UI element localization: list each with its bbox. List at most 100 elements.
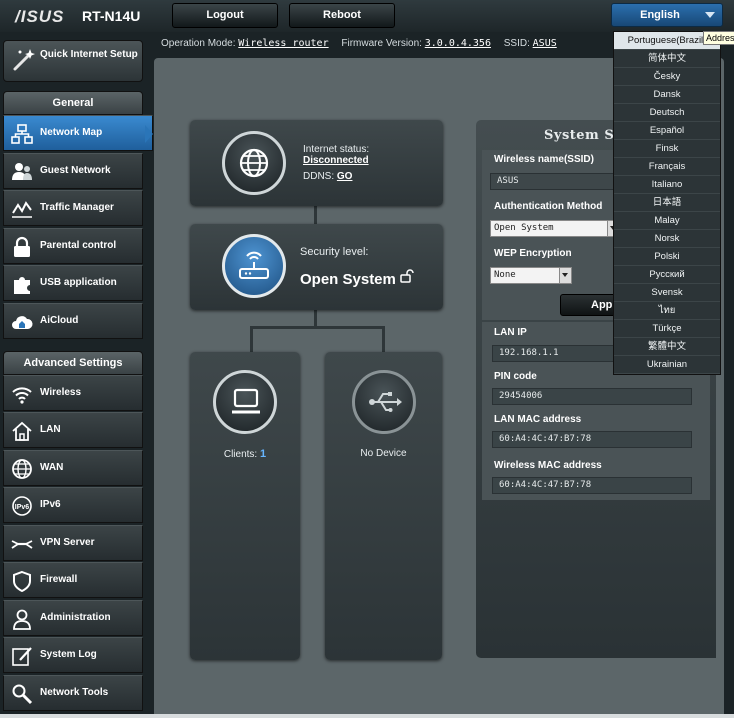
language-option[interactable]: Ukrainian — [614, 356, 720, 374]
sidebar-item-wan[interactable]: WAN — [3, 450, 143, 486]
clients-circle[interactable] — [213, 370, 277, 434]
language-option[interactable]: Norsk — [614, 230, 720, 248]
wep-encryption-select[interactable]: None — [490, 267, 572, 284]
language-option[interactable]: Polski — [614, 248, 720, 266]
network-map-icon — [11, 124, 33, 144]
wep-encryption-label: WEP Encryption — [494, 248, 572, 259]
sidebar-item-label: Firewall — [40, 574, 78, 585]
lan-mac-label: LAN MAC address — [494, 414, 582, 425]
quick-internet-setup-label: Quick Internet Setup — [40, 49, 138, 60]
connector-line — [250, 326, 383, 329]
sidebar-item-administration[interactable]: Administration — [3, 600, 143, 636]
magic-wand-icon — [13, 49, 35, 71]
firmware-link[interactable]: 3.0.0.4.356 — [425, 38, 491, 49]
language-option[interactable]: 简体中文 — [614, 50, 720, 68]
language-option[interactable]: Türkçe — [614, 320, 720, 338]
sidebar-item-aicloud[interactable]: AiCloud — [3, 303, 143, 339]
usb-status: No Device — [360, 448, 407, 459]
clients-card[interactable]: Clients: 1 — [190, 352, 300, 660]
general-section-header: General — [3, 91, 143, 115]
sidebar-item-label: IPv6 — [40, 499, 61, 510]
ddns-go-link[interactable]: GO — [337, 171, 353, 182]
sidebar-item-vpn-server[interactable]: VPN Server — [3, 525, 143, 561]
language-option[interactable]: 繁體中文 — [614, 338, 720, 356]
internet-status-link[interactable]: Disconnected — [303, 155, 369, 166]
language-select[interactable]: English — [611, 3, 723, 27]
lan-ip-label: LAN IP — [494, 327, 527, 338]
ddns-label: DDNS: — [303, 171, 335, 182]
language-select-value: English — [640, 9, 680, 21]
tools-icon — [12, 684, 33, 705]
connector-line — [382, 326, 385, 352]
clients-label: Clients: — [223, 449, 258, 460]
language-option[interactable]: Česky — [614, 68, 720, 86]
sidebar-item-label: WAN — [40, 462, 64, 473]
sidebar-item-lan[interactable]: LAN — [3, 412, 143, 448]
usb-card[interactable]: No Device — [325, 352, 442, 660]
reboot-button[interactable]: Reboot — [289, 3, 395, 28]
globe-icon — [12, 459, 32, 479]
lock-icon — [14, 236, 30, 257]
usb-circle[interactable] — [352, 370, 416, 434]
language-option[interactable]: Malay — [614, 212, 720, 230]
quick-internet-setup-button[interactable]: Quick Internet Setup — [3, 40, 143, 82]
language-option[interactable]: Français — [614, 158, 720, 176]
sidebar-item-network-tools[interactable]: Network Tools — [3, 675, 143, 711]
auth-method-select[interactable]: Open System — [490, 220, 620, 237]
op-mode-link[interactable]: Wireless router — [238, 38, 328, 49]
sidebar-item-ipv6[interactable]: IPv6 IPv6 — [3, 487, 143, 523]
connector-line — [250, 326, 253, 352]
sidebar-item-label: Network Map — [40, 127, 103, 138]
connector-line — [314, 206, 317, 224]
language-dropdown-list: Portuguese(Brazil) 简体中文 Česky Dansk Deut… — [613, 31, 721, 375]
sidebar-item-label: LAN — [40, 424, 61, 435]
internet-status-label: Internet status: — [303, 144, 370, 155]
chevron-down-icon — [705, 12, 715, 18]
language-option[interactable]: Italiano — [614, 176, 720, 194]
sidebar-item-parental-control[interactable]: Parental control — [3, 228, 143, 264]
model-name: RT-N14U — [82, 8, 141, 24]
op-mode-label: Operation Mode: — [161, 38, 236, 49]
sidebar-item-wireless[interactable]: Wireless — [3, 375, 143, 411]
clients-count[interactable]: 1 — [260, 448, 266, 460]
sidebar-item-label: Traffic Manager — [40, 202, 114, 213]
svg-text:IPv6: IPv6 — [15, 504, 30, 511]
sidebar-item-label: AiCloud — [40, 315, 79, 326]
pin-code-label: PIN code — [494, 371, 537, 382]
sidebar-item-label: VPN Server — [40, 537, 95, 548]
language-option[interactable]: Dansk — [614, 86, 720, 104]
wireless-icon — [12, 387, 32, 404]
language-option[interactable]: Finsk — [614, 140, 720, 158]
firmware-label: Firmware Version: — [341, 38, 422, 49]
language-option[interactable]: ไทย — [614, 302, 720, 320]
vpn-icon — [11, 540, 33, 549]
language-option[interactable]: Русский — [614, 266, 720, 284]
guest-network-icon — [12, 163, 32, 180]
sidebar-item-firewall[interactable]: Firewall — [3, 562, 143, 598]
logout-button[interactable]: Logout — [172, 3, 278, 28]
language-option[interactable]: 日本語 — [614, 194, 720, 212]
ssid-link[interactable]: ASUS — [533, 38, 557, 49]
sidebar-item-label: USB application — [40, 277, 117, 288]
sidebar-item-system-log[interactable]: System Log — [3, 637, 143, 673]
pin-code-value: 29454006 — [492, 388, 692, 405]
traffic-manager-icon — [12, 201, 32, 218]
sidebar-item-guest-network[interactable]: Guest Network — [3, 153, 143, 189]
sidebar-item-network-map[interactable]: Network Map — [3, 115, 153, 151]
internet-circle[interactable] — [222, 131, 286, 195]
ssid-label: SSID: — [503, 38, 530, 49]
router-circle[interactable] — [222, 234, 286, 298]
language-option[interactable]: Svensk — [614, 284, 720, 302]
sidebar-item-label: Wireless — [40, 387, 82, 398]
language-option[interactable]: Deutsch — [614, 104, 720, 122]
unlock-icon — [400, 269, 414, 283]
computer-icon — [232, 388, 260, 414]
home-icon — [12, 421, 32, 441]
internet-card[interactable]: Internet status: Disconnected DDNS: GO — [190, 120, 443, 206]
sidebar-item-usb-application[interactable]: USB application — [3, 265, 143, 301]
status-line: Operation Mode: Wireless router Firmware… — [161, 38, 557, 49]
router-card[interactable]: Security level: Open System — [190, 224, 443, 310]
language-option[interactable]: Español — [614, 122, 720, 140]
sidebar-item-traffic-manager[interactable]: Traffic Manager — [3, 190, 143, 226]
lan-mac-value: 60:A4:4C:47:B7:78 — [492, 431, 692, 448]
